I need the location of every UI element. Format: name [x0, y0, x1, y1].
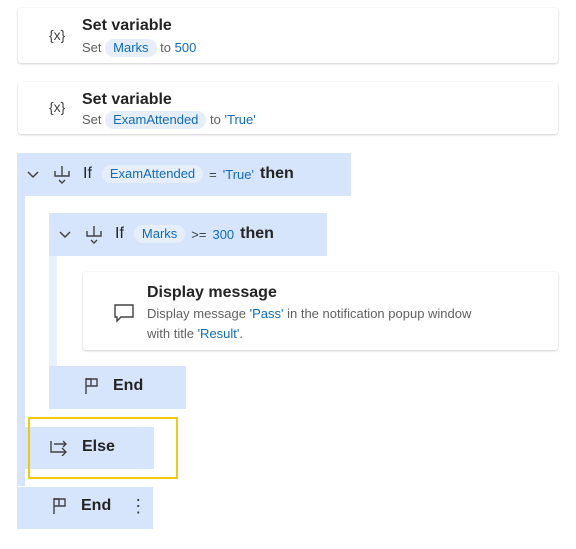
end-label: End — [113, 377, 144, 394]
more-options-icon[interactable]: ⋮ — [129, 496, 147, 517]
variable-chip[interactable]: ExamAttended — [105, 111, 207, 129]
variable-chip[interactable]: Marks — [105, 39, 157, 57]
if-branch-icon — [54, 166, 70, 184]
message-icon — [114, 304, 134, 323]
condition-variable-chip[interactable]: ExamAttended — [101, 165, 204, 183]
variable-icon: {x} — [49, 27, 66, 43]
condition-value: 300 — [212, 226, 235, 242]
step-description-line-2: with title 'Result'. — [147, 326, 244, 341]
end-row-inner: End — [83, 374, 143, 398]
end-row-outer: End ⋮ — [51, 494, 147, 518]
display-message-step[interactable]: Display message Display message 'Pass' i… — [83, 272, 558, 350]
end-label: End — [81, 497, 112, 514]
value-text: 'True' — [224, 112, 256, 127]
variable-icon: {x} — [49, 99, 66, 115]
if-block-rail — [17, 196, 25, 486]
chevron-down-icon[interactable] — [57, 226, 73, 242]
condition-operator: = — [209, 166, 217, 182]
if-keyword: If — [115, 225, 124, 242]
value-text: 500 — [174, 40, 197, 55]
if-branch-icon — [86, 226, 102, 244]
step-title: Set variable — [82, 91, 172, 108]
condition-value: 'True' — [222, 166, 254, 182]
inner-if-block-rail — [49, 256, 57, 366]
if-keyword: If — [83, 165, 92, 182]
flag-icon — [85, 378, 98, 394]
step-description: Set Marks to 500 — [82, 39, 197, 57]
then-keyword: then — [240, 225, 274, 242]
set-variable-step-1[interactable]: {x} Set variable Set Marks to 500 — [18, 8, 558, 63]
flag-icon — [53, 498, 66, 514]
step-title: Set variable — [82, 17, 172, 34]
then-keyword: then — [259, 165, 294, 182]
step-description-line-1: Display message 'Pass' in the notificati… — [147, 306, 472, 321]
condition-variable-chip[interactable]: Marks — [133, 225, 186, 243]
step-title: Display message — [147, 284, 277, 301]
chevron-down-icon[interactable] — [25, 166, 41, 182]
step-description: Set ExamAttended to 'True' — [82, 111, 256, 129]
if-row-outer: If ExamAttended = 'True' then — [25, 162, 294, 186]
set-variable-step-2[interactable]: {x} Set variable Set ExamAttended to 'Tr… — [18, 82, 558, 134]
if-row-inner: If Marks >= 300 then — [57, 222, 274, 246]
else-highlight-frame — [28, 417, 178, 479]
condition-operator: >= — [191, 226, 207, 242]
